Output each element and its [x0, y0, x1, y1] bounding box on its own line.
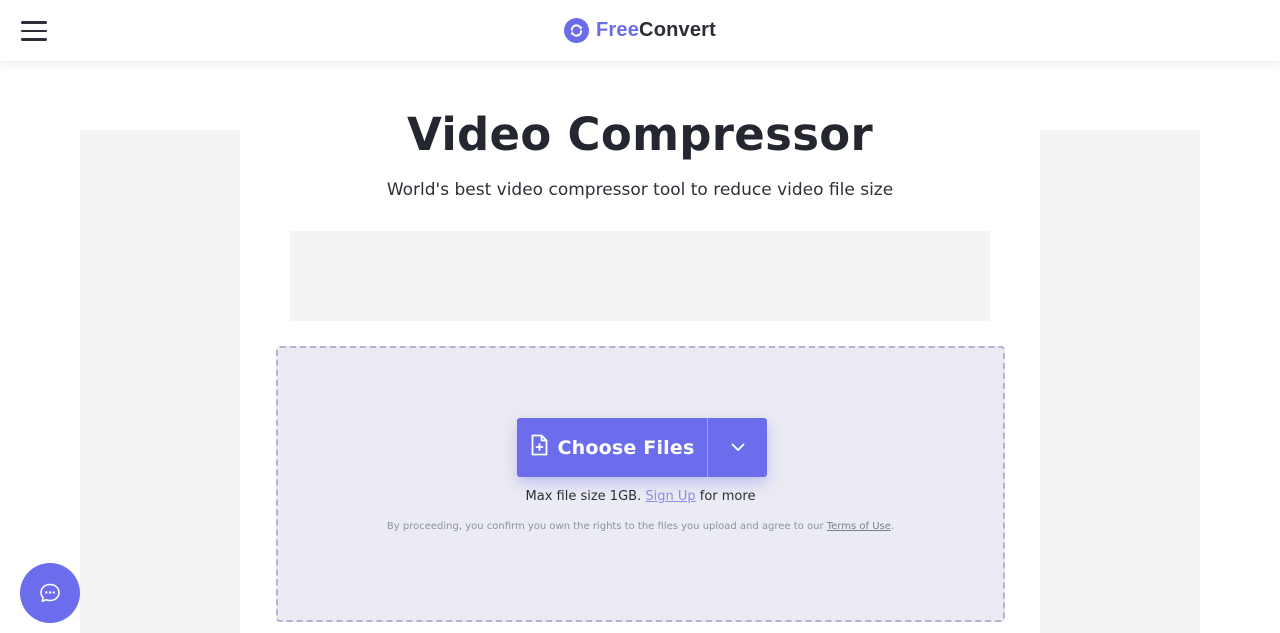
upload-source-dropdown[interactable] — [708, 418, 767, 477]
terms-of-use-link[interactable]: Terms of Use — [827, 521, 891, 532]
max-file-size-note: Max file size 1GB. Sign Up for more — [278, 489, 1003, 504]
hamburger-menu-icon[interactable] — [21, 20, 47, 42]
file-drop-zone[interactable]: Choose Files Max file size 1GB. Sign Up … — [276, 346, 1005, 622]
choose-files-button[interactable]: Choose Files — [517, 418, 707, 477]
chat-support-button[interactable] — [20, 563, 80, 623]
chat-bubble-icon — [40, 583, 60, 603]
top-header: Free Convert — [0, 0, 1280, 61]
choose-files-label: Choose Files — [557, 436, 695, 459]
max-size-suffix: for more — [699, 489, 756, 504]
logo-text-convert: Convert — [639, 19, 717, 41]
logo-text-free: Free — [596, 19, 640, 41]
file-add-icon — [530, 434, 549, 461]
choose-files-button-group: Choose Files — [517, 418, 767, 477]
page-title: Video Compressor — [406, 108, 873, 161]
page-subtitle: World's best video compressor tool to re… — [386, 180, 894, 200]
freeconvert-logo[interactable]: Free Convert — [564, 17, 716, 44]
chevron-down-icon — [731, 443, 744, 451]
refresh-cycle-icon — [564, 18, 589, 43]
left-ad-placeholder — [80, 130, 240, 633]
max-size-text: Max file size 1GB. — [525, 489, 642, 504]
terms-notice: By proceeding, you confirm you own the r… — [278, 521, 1003, 532]
right-ad-placeholder — [1040, 130, 1200, 633]
terms-text: By proceeding, you confirm you own the r… — [386, 521, 824, 532]
top-ad-placeholder — [290, 231, 990, 321]
sign-up-link[interactable]: Sign Up — [645, 489, 695, 504]
terms-period: . — [890, 521, 895, 532]
